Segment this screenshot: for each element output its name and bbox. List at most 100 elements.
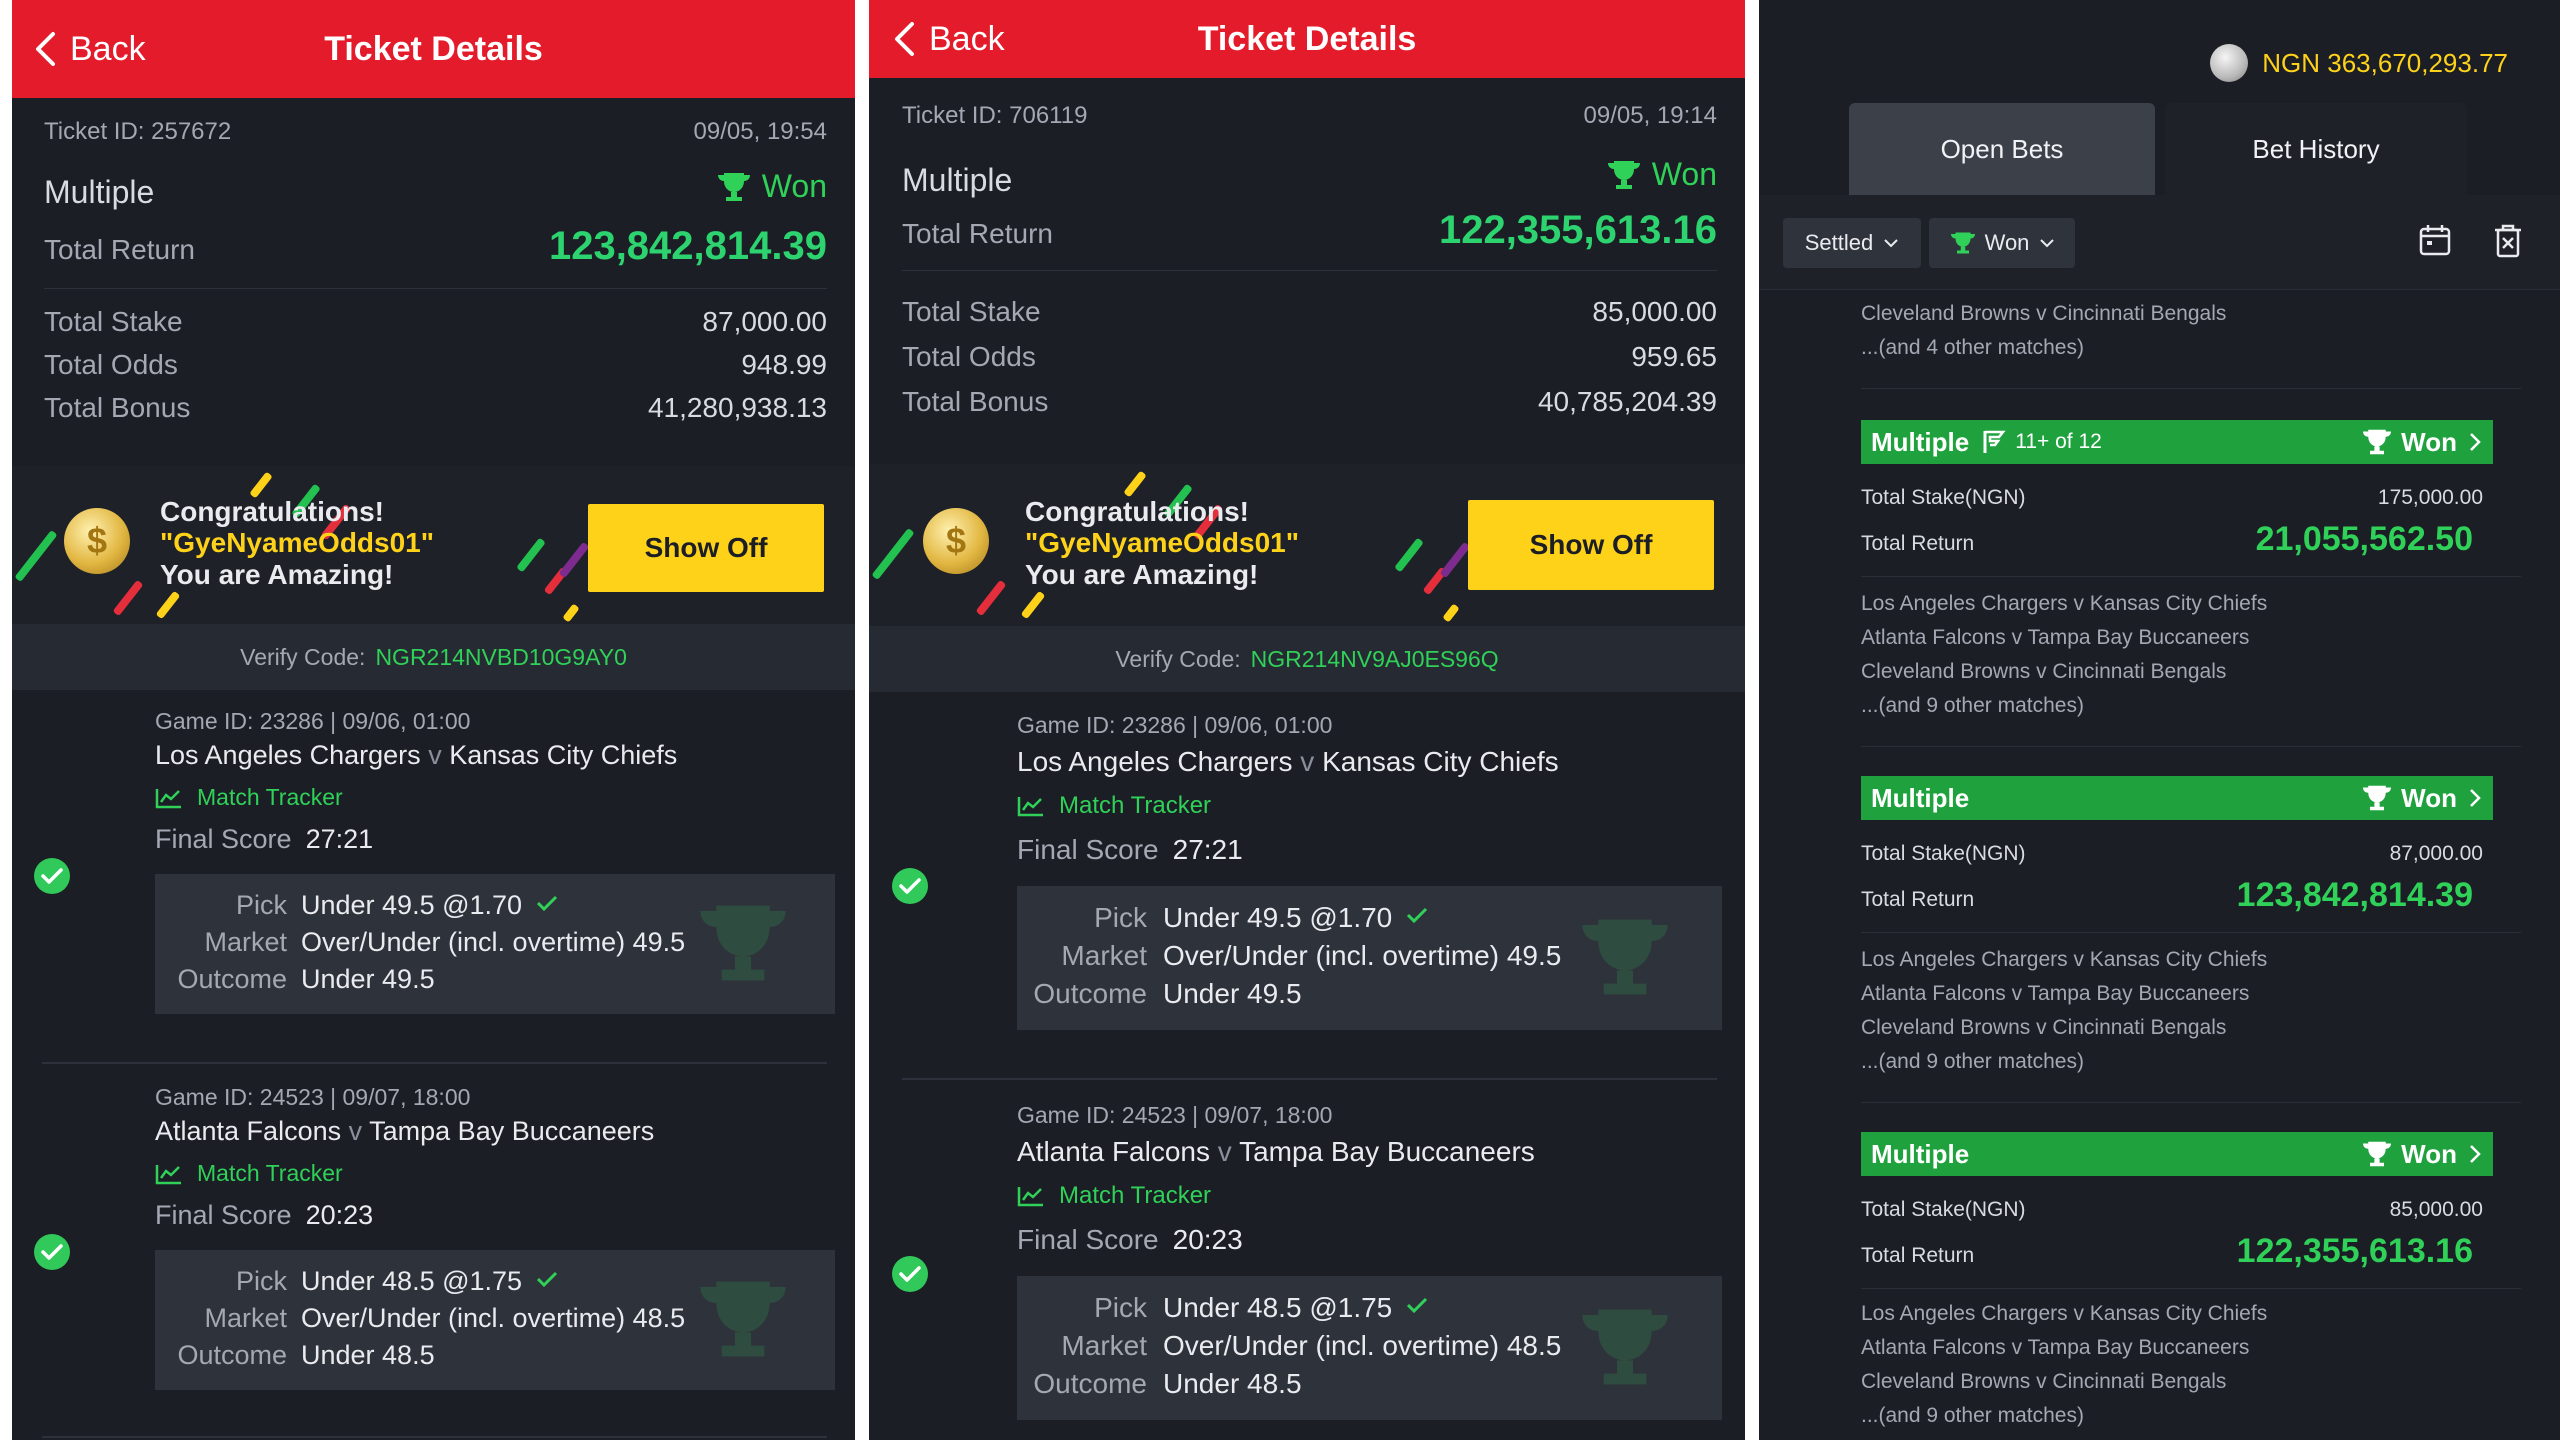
check-circle-icon [34,1234,70,1270]
outcome-label: Outcome [1033,978,1147,1009]
bet-type-label: Multiple [1871,426,1970,457]
trophy-icon [2363,429,2392,455]
status-badge: Won [1606,156,1717,193]
chevron-right-icon [2470,789,2481,807]
match-teams: Atlanta Falcons v Tampa Bay Buccaneers [155,1116,654,1147]
game-item: Game ID: 23286 | 09/06, 01:00 Los Angele… [12,690,855,1066]
chart-line-icon [155,1164,181,1184]
chevron-down-icon [2040,239,2055,248]
congrats-username: "GyeNyameOdds01" [1025,527,1300,559]
game-id: Game ID: 24523 | 09/07, 18:00 [1017,1102,1333,1128]
final-score: Final Score 27:21 [155,824,373,855]
match-line: ...(and 4 other matches) [1861,336,2084,359]
match-teams: Los Angeles Chargers v Kansas City Chief… [155,740,677,771]
coin-icon [2210,44,2249,82]
show-off-button[interactable]: Show Off [588,504,824,592]
bet-card-header[interactable]: Multiple 11+ of 12 Won [1861,420,2493,464]
match-line: Los Angeles Chargers v Kansas City Chief… [1861,592,2268,615]
bet-type: Multiple [44,173,155,210]
congrats-line1: Congratulations! [160,496,384,527]
show-off-button[interactable]: Show Off [1468,500,1714,590]
delete-icon[interactable] [2492,223,2524,259]
congrats-text: Congratulations! "GyeNyameOdds01" You ar… [160,496,434,590]
total-stake-value: 87,000.00 [2389,842,2483,865]
pick-value: Under 49.5 @1.70 [301,890,523,920]
match-tracker-label: Match Tracker [1059,1182,1212,1209]
coin-icon: $ [64,508,130,574]
bet-type-label: Multiple [1871,1138,1970,1169]
bet-card-header[interactable]: Multiple Won [1861,776,2493,820]
won-status: Won [2361,427,2481,458]
trophy-icon [2363,785,2392,811]
ticket-datetime: 09/05, 19:14 [1583,102,1717,129]
chevron-left-icon [895,22,914,56]
match-tracker-link[interactable]: Match Tracker [155,784,343,811]
chevron-right-icon [2470,1145,2481,1163]
final-score: Final Score 27:21 [1017,834,1243,866]
game-item: Game ID: 24523 | 09/07, 18:00 Atlanta Fa… [12,1066,855,1440]
outcome-value: Under 49.5 [301,964,435,994]
verify-code[interactable]: NGR214NVBD10G9AY0 [375,644,626,671]
total-stake-row: Total Stake(NGN) 85,000.00 [1861,1198,2483,1222]
balance-value: NGN 363,670,293.77 [2262,47,2508,78]
congrats-banner: $ Congratulations! "GyeNyameOdds01" You … [12,466,855,624]
settled-dropdown[interactable]: Settled [1783,218,1921,268]
outcome-label: Outcome [177,964,287,994]
total-bonus-label: Total Bonus [44,392,191,423]
check-circle-icon [34,858,70,894]
final-score-label: Final Score [1017,834,1159,865]
chevron-down-icon [1884,239,1898,248]
checkmark-icon [537,1271,558,1288]
total-stake-label: Total Stake(NGN) [1861,486,2026,509]
header-bar: Back Ticket Details [869,0,1745,78]
match-line: Cleveland Browns v Cincinnati Bengals [1861,1370,2227,1393]
tab-bet-history[interactable]: Bet History [2165,103,2467,195]
won-dropdown[interactable]: Won [1929,218,2075,268]
match-tracker-link[interactable]: Match Tracker [1017,792,1211,820]
pick-label: Pick [1094,1292,1147,1323]
match-tracker-link[interactable]: Match Tracker [155,1160,343,1187]
congrats-banner: $ Congratulations! "GyeNyameOdds01" You … [869,464,1745,626]
back-button[interactable]: Back [893,0,1005,78]
total-return-row: Total Return 21,055,562.50 [1861,520,2483,559]
filter-bar: Settled Won [1759,195,2560,290]
away-team: Kansas City Chiefs [449,740,678,770]
ticket-summary: Ticket ID: 257672 09/05, 19:54 Multiple … [12,98,855,466]
system-bet-label: 11+ of 12 [2015,430,2102,453]
congrats-line3: You are Amazing! [1025,558,1259,590]
versus-label: v [1300,746,1315,777]
checkmark-icon [1407,1297,1428,1314]
won-label: Won [2401,426,2457,457]
total-stake-value: 85,000.00 [2389,1198,2483,1221]
total-return-row: Total Return 123,842,814.39 [1861,876,2483,915]
home-team: Los Angeles Chargers [1017,746,1293,777]
ticket-id: Ticket ID: 706119 [902,102,1088,129]
bet-card-header[interactable]: Multiple Won [1861,1132,2493,1176]
tab-open-bets[interactable]: Open Bets [1849,103,2155,195]
market-value: Over/Under (incl. overtime) 48.5 [301,1303,686,1333]
back-button[interactable]: Back [34,0,146,98]
match-line: Cleveland Browns v Cincinnati Bengals [1861,660,2227,683]
pick-label: Pick [235,890,287,920]
total-stake-label: Total Stake(NGN) [1861,842,2026,865]
bet-type-label: Multiple [1871,782,1970,813]
match-teams: Atlanta Falcons v Tampa Bay Buccaneers [1017,1136,1535,1168]
status-badge: Won [716,168,827,205]
verify-label: Verify Code: [1115,645,1241,672]
ticket-details-panel-1: Back Ticket Details Ticket ID: 257672 09… [12,0,855,1440]
trophy-icon [2363,1141,2392,1167]
market-value: Over/Under (incl. overtime) 48.5 [1163,1330,1562,1361]
pick-value: Under 48.5 @1.75 [1163,1292,1393,1323]
outcome-label: Outcome [177,1340,287,1370]
match-tracker-link[interactable]: Match Tracker [1017,1182,1211,1210]
header-bar: Back Ticket Details [12,0,855,98]
trophy-icon [1950,232,1975,254]
congrats-line3: You are Amazing! [160,558,394,590]
calendar-icon[interactable] [2418,223,2452,257]
trophy-watermark-icon [700,1281,786,1357]
account-balance: NGN 363,670,293.77 [2210,44,2508,82]
final-score-value: 27:21 [1172,834,1243,865]
match-line: ...(and 9 other matches) [1861,694,2084,717]
verify-code[interactable]: NGR214NV9AJ0ES96Q [1251,646,1499,673]
won-status: Won [2361,783,2481,814]
